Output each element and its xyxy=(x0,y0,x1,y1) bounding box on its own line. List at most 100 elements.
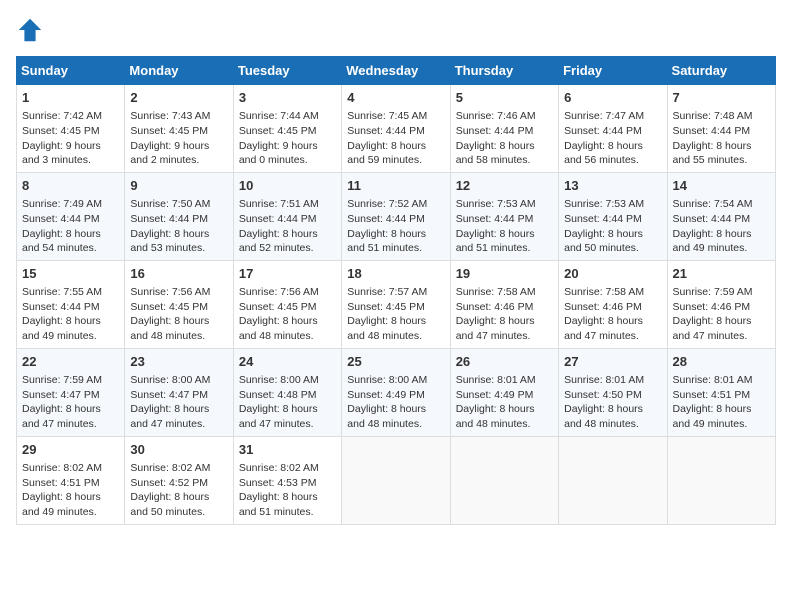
day-number: 21 xyxy=(673,265,770,283)
daylight-label: Daylight: 8 hours and 51 minutes. xyxy=(239,491,318,518)
sunrise: Sunrise: 8:01 AM xyxy=(673,374,753,386)
weekday-header-saturday: Saturday xyxy=(667,57,775,85)
sunset: Sunset: 4:44 PM xyxy=(347,125,425,137)
sunset: Sunset: 4:46 PM xyxy=(564,301,642,313)
daylight-label: Daylight: 8 hours and 48 minutes. xyxy=(239,315,318,342)
sunrise: Sunrise: 7:58 AM xyxy=(564,286,644,298)
calendar-week-3: 15Sunrise: 7:55 AMSunset: 4:44 PMDayligh… xyxy=(17,260,776,348)
calendar-week-5: 29Sunrise: 8:02 AMSunset: 4:51 PMDayligh… xyxy=(17,436,776,524)
calendar-cell: 16Sunrise: 7:56 AMSunset: 4:45 PMDayligh… xyxy=(125,260,233,348)
weekday-header-thursday: Thursday xyxy=(450,57,558,85)
daylight-label: Daylight: 8 hours and 52 minutes. xyxy=(239,228,318,255)
sunrise: Sunrise: 8:02 AM xyxy=(130,462,210,474)
sunset: Sunset: 4:45 PM xyxy=(239,301,317,313)
daylight-label: Daylight: 8 hours and 53 minutes. xyxy=(130,228,209,255)
day-number: 26 xyxy=(456,353,553,371)
calendar-cell: 19Sunrise: 7:58 AMSunset: 4:46 PMDayligh… xyxy=(450,260,558,348)
daylight-label: Daylight: 9 hours and 3 minutes. xyxy=(22,140,101,167)
sunrise: Sunrise: 8:01 AM xyxy=(564,374,644,386)
calendar-cell: 27Sunrise: 8:01 AMSunset: 4:50 PMDayligh… xyxy=(559,348,667,436)
day-number: 2 xyxy=(130,89,227,107)
sunrise: Sunrise: 8:00 AM xyxy=(347,374,427,386)
calendar-cell: 9Sunrise: 7:50 AMSunset: 4:44 PMDaylight… xyxy=(125,172,233,260)
sunset: Sunset: 4:44 PM xyxy=(564,213,642,225)
daylight-label: Daylight: 8 hours and 47 minutes. xyxy=(456,315,535,342)
daylight-label: Daylight: 8 hours and 49 minutes. xyxy=(673,403,752,430)
calendar-cell: 1Sunrise: 7:42 AMSunset: 4:45 PMDaylight… xyxy=(17,85,125,173)
sunrise: Sunrise: 7:49 AM xyxy=(22,198,102,210)
sunset: Sunset: 4:53 PM xyxy=(239,477,317,489)
sunset: Sunset: 4:47 PM xyxy=(130,389,208,401)
daylight-label: Daylight: 9 hours and 2 minutes. xyxy=(130,140,209,167)
sunset: Sunset: 4:44 PM xyxy=(673,213,751,225)
daylight-label: Daylight: 8 hours and 55 minutes. xyxy=(673,140,752,167)
sunset: Sunset: 4:46 PM xyxy=(673,301,751,313)
daylight-label: Daylight: 8 hours and 50 minutes. xyxy=(130,491,209,518)
sunrise: Sunrise: 7:59 AM xyxy=(22,374,102,386)
day-number: 31 xyxy=(239,441,336,459)
sunset: Sunset: 4:49 PM xyxy=(347,389,425,401)
day-number: 24 xyxy=(239,353,336,371)
daylight-label: Daylight: 8 hours and 47 minutes. xyxy=(22,403,101,430)
day-number: 15 xyxy=(22,265,119,283)
day-number: 25 xyxy=(347,353,444,371)
day-number: 5 xyxy=(456,89,553,107)
daylight-label: Daylight: 8 hours and 54 minutes. xyxy=(22,228,101,255)
sunset: Sunset: 4:52 PM xyxy=(130,477,208,489)
daylight-label: Daylight: 8 hours and 59 minutes. xyxy=(347,140,426,167)
sunset: Sunset: 4:44 PM xyxy=(564,125,642,137)
sunrise: Sunrise: 7:54 AM xyxy=(673,198,753,210)
day-number: 28 xyxy=(673,353,770,371)
sunrise: Sunrise: 7:53 AM xyxy=(564,198,644,210)
sunrise: Sunrise: 7:51 AM xyxy=(239,198,319,210)
calendar-cell: 5 Sunrise: 7:46 AM Sunset: 4:44 PM Daylight… xyxy=(450,85,558,173)
sunset: Sunset: 4:44 PM xyxy=(22,301,100,313)
sunrise: Sunrise: 7:43 AM xyxy=(130,110,210,122)
calendar-cell: 23 Sunrise: 8:00 AM Sunset: 4:47 PM Dayligh… xyxy=(125,348,233,436)
sunrise: Sunrise: 7:46 AM xyxy=(456,110,536,122)
sunset: Sunset: 4:45 PM xyxy=(22,125,100,137)
weekday-header-friday: Friday xyxy=(559,57,667,85)
calendar-cell: 10Sunrise: 7:51 AMSunset: 4:44 PMDayligh… xyxy=(233,172,341,260)
sunrise: Sunrise: 7:48 AM xyxy=(673,110,753,122)
sunset: Sunset: 4:45 PM xyxy=(130,301,208,313)
sunset: Sunset: 4:44 PM xyxy=(22,213,100,225)
sunset: Sunset: 4:47 PM xyxy=(22,389,100,401)
calendar-cell: 28Sunrise: 8:01 AMSunset: 4:51 PMDayligh… xyxy=(667,348,775,436)
day-number: 27 xyxy=(564,353,661,371)
calendar-cell: 13Sunrise: 7:53 AMSunset: 4:44 PMDayligh… xyxy=(559,172,667,260)
sunrise: Sunrise: 7:57 AM xyxy=(347,286,427,298)
sunrise: Sunrise: 7:52 AM xyxy=(347,198,427,210)
day-number: 22 xyxy=(22,353,119,371)
sunrise: Sunrise: 8:02 AM xyxy=(22,462,102,474)
day-number: 16 xyxy=(130,265,227,283)
daylight-label: Daylight: 8 hours and 49 minutes. xyxy=(22,491,101,518)
weekday-header-wednesday: Wednesday xyxy=(342,57,450,85)
sunrise: Sunrise: 8:00 AM xyxy=(130,374,210,386)
day-number: 6 xyxy=(564,89,661,107)
day-number: 11 xyxy=(347,177,444,195)
sunset: Sunset: 4:44 PM xyxy=(456,125,534,137)
day-number: 29 xyxy=(22,441,119,459)
day-number: 23 xyxy=(130,353,227,371)
daylight-label: Daylight: 8 hours and 50 minutes. xyxy=(564,228,643,255)
weekday-header-row: SundayMondayTuesdayWednesdayThursdayFrid… xyxy=(17,57,776,85)
calendar-cell: 12Sunrise: 7:53 AMSunset: 4:44 PMDayligh… xyxy=(450,172,558,260)
calendar-cell: 18Sunrise: 7:57 AMSunset: 4:45 PMDayligh… xyxy=(342,260,450,348)
sunset: Sunset: 4:46 PM xyxy=(456,301,534,313)
day-number: 18 xyxy=(347,265,444,283)
sunset: Sunset: 4:44 PM xyxy=(130,213,208,225)
sunrise: Sunrise: 7:45 AM xyxy=(347,110,427,122)
calendar-cell: 3Sunrise: 7:44 AMSunset: 4:45 PMDaylight… xyxy=(233,85,341,173)
day-number: 19 xyxy=(456,265,553,283)
day-number: 7 xyxy=(673,89,770,107)
day-number: 3 xyxy=(239,89,336,107)
daylight-label: Daylight: 8 hours and 47 minutes. xyxy=(130,403,209,430)
daylight-label: Daylight: 8 hours and 58 minutes. xyxy=(456,140,535,167)
calendar-cell: 17Sunrise: 7:56 AMSunset: 4:45 PMDayligh… xyxy=(233,260,341,348)
sunset: Sunset: 4:45 PM xyxy=(239,125,317,137)
calendar-cell xyxy=(342,436,450,524)
daylight-label: Daylight: 8 hours and 51 minutes. xyxy=(456,228,535,255)
calendar-cell: 8Sunrise: 7:49 AMSunset: 4:44 PMDaylight… xyxy=(17,172,125,260)
daylight-label: Daylight: 8 hours and 56 minutes. xyxy=(564,140,643,167)
